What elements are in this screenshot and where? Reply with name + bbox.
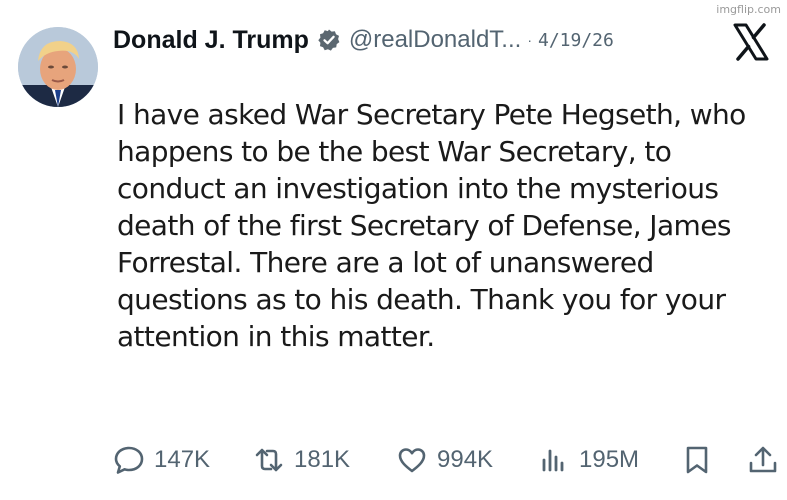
reply-count: 147K (154, 446, 211, 473)
repost-icon (255, 448, 283, 472)
bookmark-button[interactable] (680, 440, 714, 480)
post-text-line: attention in this matter. (117, 320, 435, 353)
like-count: 994K (437, 446, 494, 473)
like-button[interactable]: 994K (395, 440, 493, 480)
post-text-line: conduct an investigation into the myster… (117, 172, 719, 205)
post-header: Donald J. Trump @realDonaldT... · 4/19/2… (113, 22, 614, 58)
action-bar: 147K 181K 994K 195M (0, 440, 787, 480)
repost-count: 181K (294, 446, 351, 473)
reply-button[interactable]: 147K (112, 440, 210, 480)
avatar[interactable] (18, 27, 98, 107)
repost-button[interactable]: 181K (252, 440, 350, 480)
post-text-line: questions as to his death. Thank you for… (117, 283, 726, 316)
views-icon (542, 449, 564, 472)
x-logo-icon[interactable] (731, 22, 771, 62)
meta-separator: · (527, 32, 532, 48)
author-handle[interactable]: @realDonaldT... (349, 26, 521, 54)
post-text-line: happens to be the best War Secretary, to (117, 135, 672, 168)
imgflip-watermark: imgflip.com (716, 3, 781, 16)
post-text: I have asked War Secretary Pete Hegseth,… (117, 96, 777, 355)
views-count: 195M (579, 446, 640, 473)
reply-icon (114, 446, 144, 474)
post-text-line: I have asked War Secretary Pete Hegseth,… (117, 98, 746, 131)
share-button[interactable] (746, 440, 780, 480)
post-text-line: Forrestal. There are a lot of unanswered (117, 246, 654, 279)
views-button[interactable]: 195M (537, 440, 639, 480)
verified-badge-icon (317, 28, 341, 52)
avatar-image (18, 27, 98, 107)
heart-icon (398, 448, 426, 473)
author-name[interactable]: Donald J. Trump (113, 26, 309, 55)
share-icon (749, 446, 777, 473)
post-date[interactable]: 4/19/26 (538, 30, 614, 51)
bookmark-icon (686, 446, 708, 474)
post-text-line: death of the first Secretary of Defense,… (117, 209, 731, 242)
